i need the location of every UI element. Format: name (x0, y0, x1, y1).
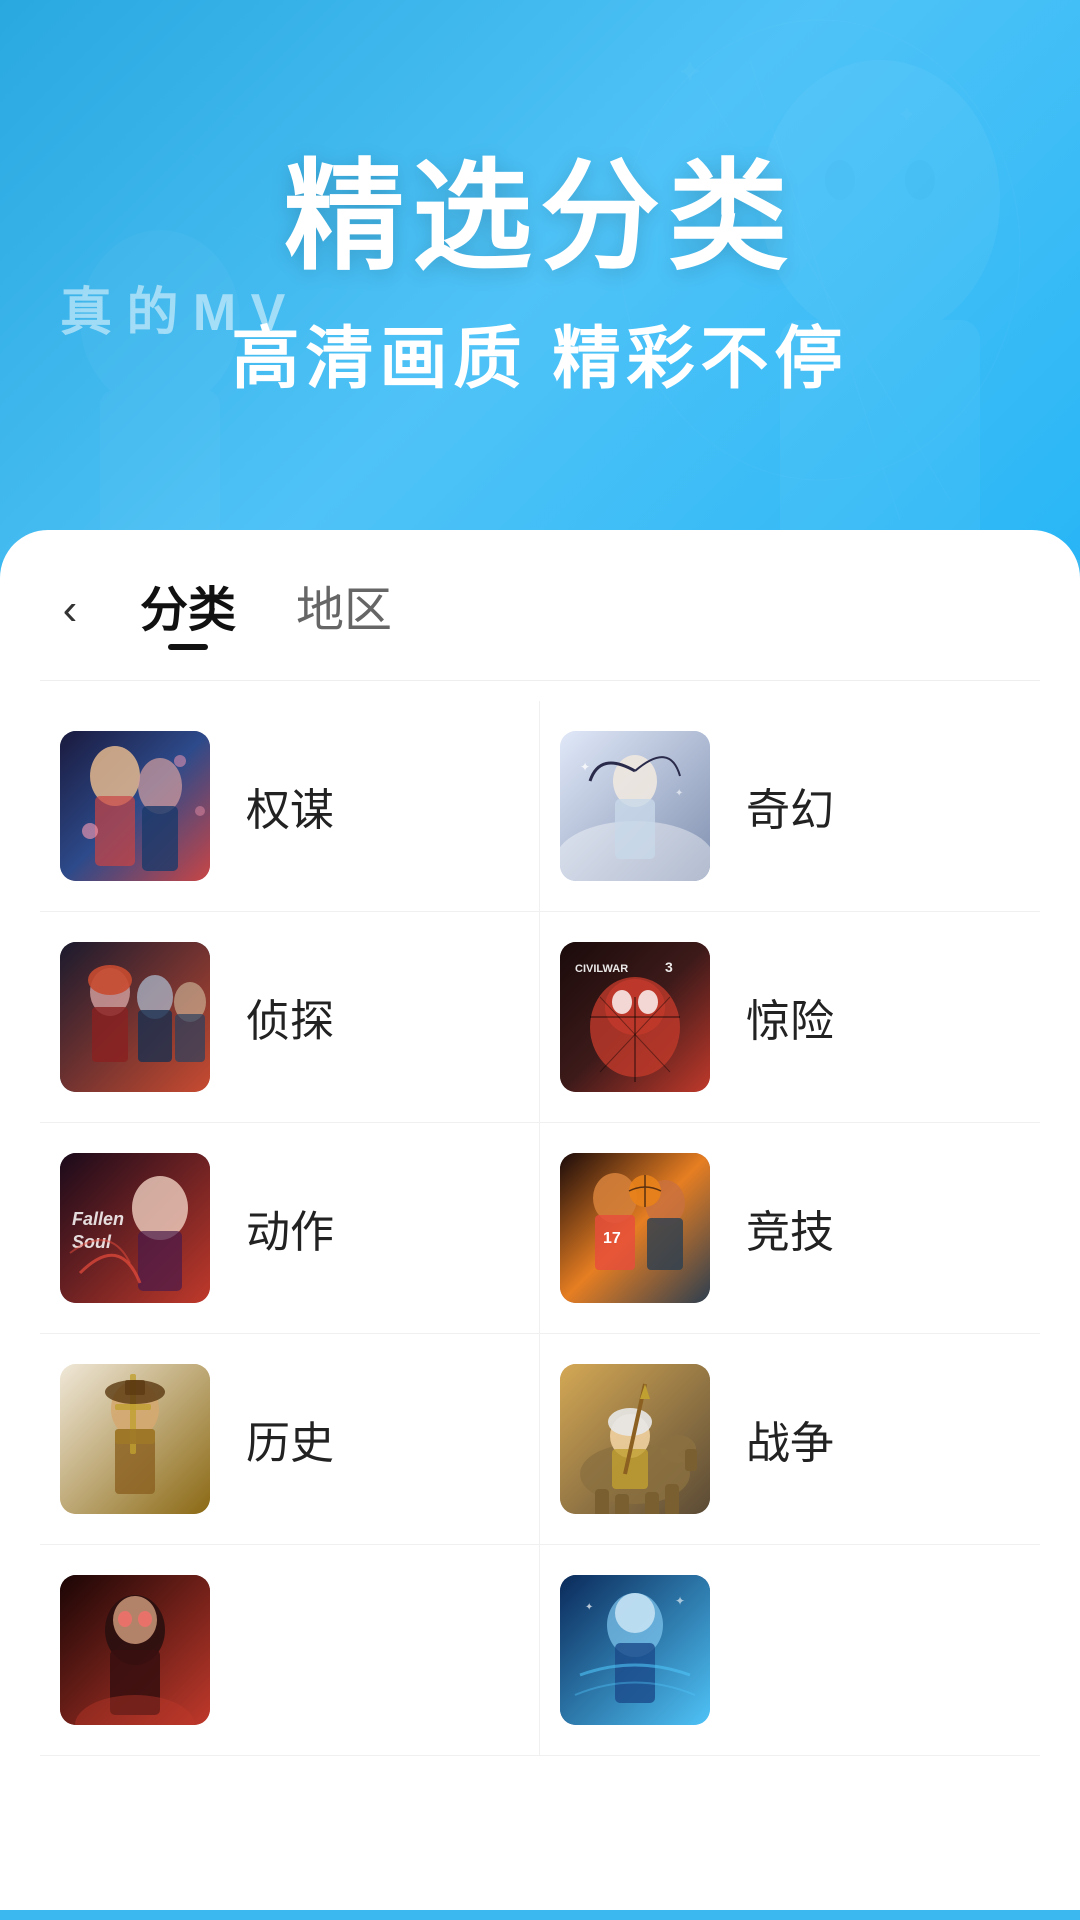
category-item-zhanzheng[interactable]: 战争 (540, 1334, 1040, 1545)
category-item-zhentan[interactable]: 侦探 (40, 912, 540, 1123)
thumbnail-zhentan (60, 942, 210, 1092)
back-button[interactable]: ‹ (40, 580, 100, 640)
thumbnail-zhanzheng (560, 1364, 710, 1514)
svg-text:✦: ✦ (675, 788, 683, 799)
thumbnail-quanmou (60, 731, 210, 881)
category-item-lishi[interactable]: 历史 (40, 1334, 540, 1545)
category-label-jingxian: 惊险 (746, 985, 834, 1049)
category-item-quanmou[interactable]: 权谋 (40, 701, 540, 912)
tab-diqu[interactable]: 地区 (296, 570, 392, 650)
hero-section: ✦ ✦ ✦ 真 的 M V 精选分类 高清画质 精彩不停 (0, 0, 1080, 560)
svg-text:17: 17 (603, 1230, 621, 1247)
thumbnail-bottom2: ✦ ✦ (560, 1575, 710, 1725)
category-label-lishi: 历史 (246, 1407, 334, 1471)
hero-title-sub: 高清画质 精彩不停 (232, 303, 849, 402)
category-item-bottom2[interactable]: ✦ ✦ (540, 1545, 1040, 1756)
svg-text:Fallen: Fallen (72, 1209, 124, 1229)
svg-text:✦: ✦ (585, 1602, 593, 1613)
thumbnail-bottom1 (60, 1575, 210, 1725)
thumbnail-jingji: 17 (560, 1153, 710, 1303)
category-label-quanmou: 权谋 (246, 774, 334, 838)
thumbnail-lishi (60, 1364, 210, 1514)
hero-title-main: 精选分类 (232, 119, 849, 293)
tab-header: ‹ 分类 地区 (40, 530, 1040, 660)
tab-nav: 分类 地区 (140, 570, 392, 650)
category-grid: 权谋 ✦ (40, 701, 1040, 1756)
thumbnail-jingxian: CIVILWAR 3 (560, 942, 710, 1092)
category-item-jingxian[interactable]: CIVILWAR 3 惊险 (540, 912, 1040, 1123)
category-item-jingji[interactable]: 17 竞技 (540, 1123, 1040, 1334)
content-card: ‹ 分类 地区 (0, 530, 1080, 1910)
svg-text:✦: ✦ (675, 1594, 685, 1608)
svg-text:CIVILWAR: CIVILWAR (575, 963, 628, 975)
category-label-qihuan: 奇幻 (746, 774, 834, 838)
thumbnail-dongzuo: Fallen Soul (60, 1153, 210, 1303)
category-item-qihuan[interactable]: ✦ ✦ 奇幻 (540, 701, 1040, 912)
category-item-bottom1[interactable] (40, 1545, 540, 1756)
category-label-zhanzheng: 战争 (746, 1407, 834, 1471)
category-label-jingji: 竞技 (746, 1196, 834, 1260)
category-label-dongzuo: 动作 (246, 1196, 334, 1260)
tab-fenlei[interactable]: 分类 (140, 570, 236, 650)
divider (40, 680, 1040, 681)
category-item-dongzuo[interactable]: Fallen Soul 动作 (40, 1123, 540, 1334)
svg-text:3: 3 (665, 959, 673, 975)
hero-title: 精选分类 高清画质 精彩不停 (232, 119, 849, 402)
svg-text:✦: ✦ (680, 59, 700, 86)
thumbnail-qihuan: ✦ ✦ (560, 731, 710, 881)
category-label-zhentan: 侦探 (246, 985, 334, 1049)
svg-text:✦: ✦ (580, 760, 590, 774)
